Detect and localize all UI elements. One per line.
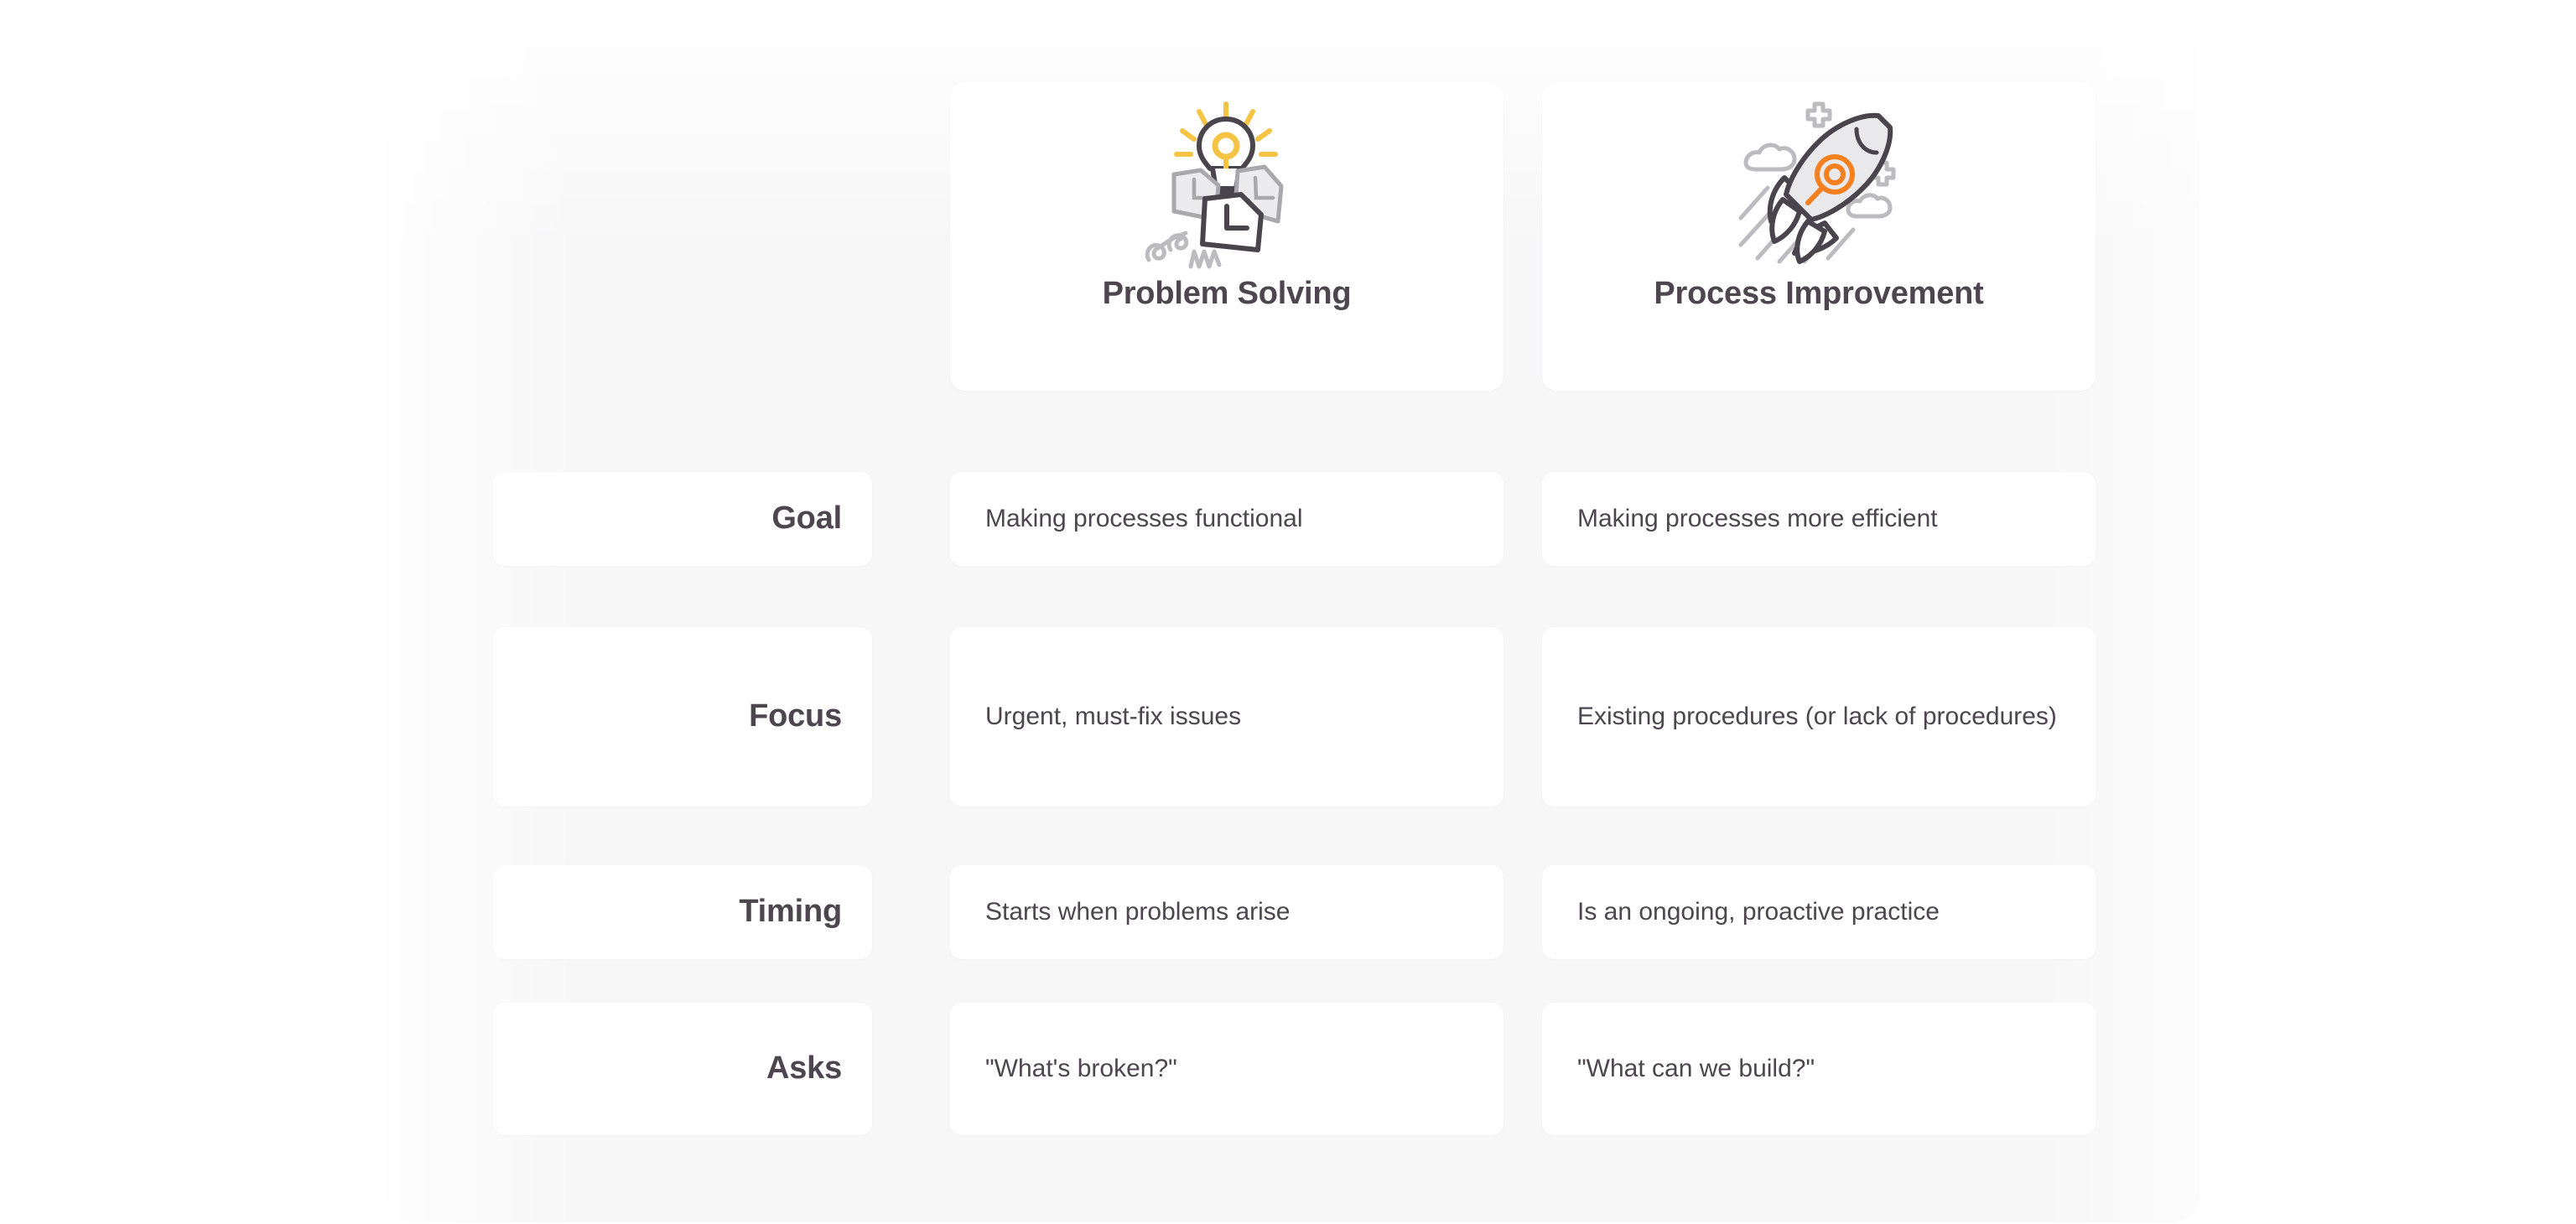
- column-title: Process Improvement: [1654, 276, 1984, 311]
- column-header-problem-solving[interactable]: Problem Solving: [950, 82, 1504, 391]
- cell-focus-problem-solving: Urgent, must-fix issues: [950, 627, 1504, 806]
- cell-goal-problem-solving: Making processes functional: [950, 472, 1504, 566]
- cell-asks-process-improvement: "What can we build?": [1542, 1003, 2096, 1135]
- row-label-timing: Timing: [493, 865, 872, 959]
- cell-goal-process-improvement: Making processes more efficient: [1542, 472, 2096, 566]
- cell-timing-problem-solving: Starts when problems arise: [950, 865, 1504, 959]
- cell-timing-process-improvement: Is an ongoing, proactive practice: [1542, 865, 2096, 959]
- cell-text: "What's broken?": [985, 1054, 1177, 1082]
- row-label-text: Focus: [749, 698, 842, 734]
- row-label-goal: Goal: [493, 472, 872, 566]
- row-label-text: Goal: [771, 500, 842, 537]
- cell-text: Urgent, must-fix issues: [985, 702, 1242, 730]
- rocket-icon: [1738, 101, 1896, 264]
- row-label-asks: Asks: [493, 1003, 872, 1135]
- column-header-process-improvement[interactable]: Process Improvement: [1542, 82, 2096, 391]
- cell-text: Making processes functional: [985, 504, 1303, 532]
- cell-text: "What can we build?": [1577, 1054, 1815, 1082]
- cell-text: Existing procedures (or lack of procedur…: [1577, 702, 2057, 730]
- lightbulb-documents-icon: [1145, 101, 1284, 269]
- column-title: Problem Solving: [1102, 276, 1352, 311]
- cell-text: Making processes more efficient: [1577, 504, 1938, 532]
- row-label-text: Asks: [766, 1050, 842, 1087]
- cell-text: Is an ongoing, proactive practice: [1577, 897, 1940, 926]
- cell-text: Starts when problems arise: [985, 897, 1291, 926]
- row-label-focus: Focus: [493, 627, 872, 806]
- cell-asks-problem-solving: "What's broken?": [950, 1003, 1504, 1135]
- row-label-text: Timing: [739, 894, 842, 930]
- cell-focus-process-improvement: Existing procedures (or lack of procedur…: [1542, 627, 2096, 806]
- comparison-table: Problem Solving Process Improvement Goal…: [0, 0, 2576, 1224]
